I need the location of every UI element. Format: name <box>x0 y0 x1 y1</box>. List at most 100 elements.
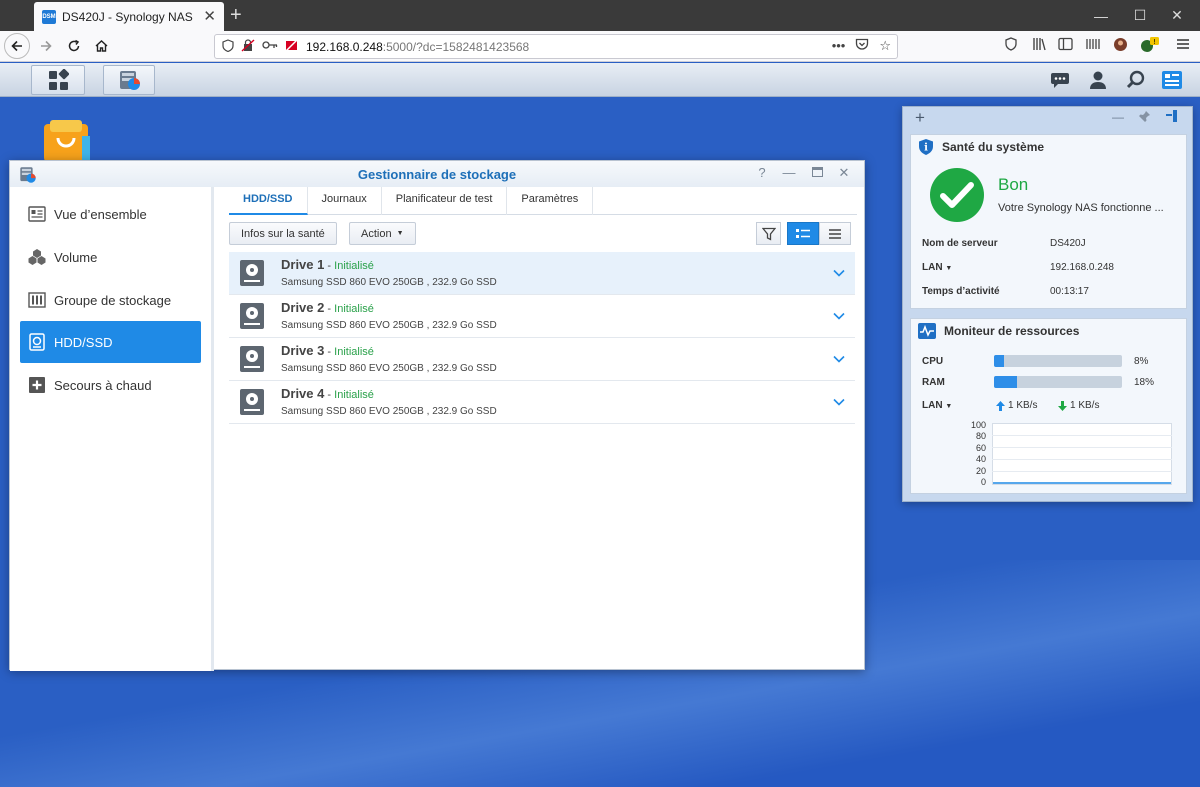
storage-manager-window: Gestionnaire de stockage ? — ✕ Vue d’ens… <box>9 160 865 671</box>
info-shield-icon[interactable] <box>222 38 234 55</box>
caret-down-icon: ▼ <box>945 403 953 410</box>
tab-test-scheduler[interactable]: Planificateur de test <box>382 187 508 215</box>
disk-drive-icon <box>239 259 265 290</box>
main-menu-button[interactable] <box>31 65 85 95</box>
widgets-toggle-icon[interactable] <box>1160 69 1184 91</box>
taskbar-storage-manager-button[interactable] <box>103 65 155 95</box>
drive-row[interactable]: Drive 3 - Initialisé Samsung SSD 860 EVO… <box>229 338 855 381</box>
maximize-icon[interactable] <box>807 165 827 180</box>
list-view-button[interactable] <box>819 222 851 245</box>
pin-icon[interactable] <box>1139 110 1151 125</box>
notifications-icon[interactable] <box>1048 69 1072 91</box>
sidebar-item-label: Secours à chaud <box>54 377 152 393</box>
disk-drive-icon <box>239 302 265 333</box>
home-icon[interactable] <box>89 35 113 57</box>
sidebar-icon[interactable] <box>1058 37 1073 54</box>
extension-grid-icon[interactable] <box>1085 37 1100 54</box>
new-tab-icon[interactable]: + <box>230 3 242 27</box>
upload-rate-value: 1 KB/s <box>1008 400 1038 411</box>
hot-spare-icon <box>28 376 46 394</box>
star-icon[interactable]: ☆ <box>879 38 891 54</box>
close-icon[interactable]: ✕ <box>834 165 854 181</box>
chevron-down-icon[interactable] <box>833 395 845 409</box>
browser-tab[interactable]: DSM DS420J - Synology NAS ✕ <box>34 2 224 31</box>
key-icon[interactable] <box>262 40 278 53</box>
lan-dropdown[interactable]: LAN ▼ <box>922 262 952 273</box>
health-message: Votre Synology NAS fonctionne ... <box>998 202 1164 214</box>
filter-button[interactable] <box>756 222 781 245</box>
svg-text:i: i <box>924 143 928 154</box>
upload-rate: 1 KB/s <box>996 400 1037 411</box>
sidebar-item-volume[interactable]: Volume <box>20 236 201 278</box>
chevron-down-icon[interactable] <box>833 352 845 366</box>
reload-icon[interactable] <box>62 35 86 57</box>
tab-hdd-ssd[interactable]: HDD/SSD <box>229 187 308 215</box>
sidebar-item-label: Groupe de stockage <box>54 292 172 308</box>
chevron-down-icon[interactable] <box>833 309 845 323</box>
minimize-icon[interactable]: — <box>779 165 799 180</box>
server-name-value: DS420J <box>1050 238 1086 249</box>
dsm-favicon-icon: DSM <box>42 9 56 24</box>
health-info-button[interactable]: Infos sur la santé <box>229 222 337 245</box>
tab-close-icon[interactable]: ✕ <box>203 9 216 24</box>
detail-view-button[interactable] <box>787 222 819 245</box>
axis-tick: 40 <box>975 454 986 464</box>
axis-tick: 80 <box>975 431 986 441</box>
download-rate: 1 KB/s <box>1058 400 1099 411</box>
overview-icon <box>28 205 46 223</box>
drive-description: Samsung SSD 860 EVO 250GB , 232.9 Go SSD <box>281 277 497 288</box>
package-center-desktop-icon[interactable] <box>40 118 94 166</box>
download-arrow-icon <box>1058 400 1067 411</box>
sidebar-item-storage-pool[interactable]: Groupe de stockage <box>20 279 201 321</box>
sidebar: Vue d’ensemble Volume Groupe de stockage… <box>10 187 214 671</box>
more-icon[interactable]: ••• <box>832 38 846 54</box>
health-title: Santé du système <box>942 140 1045 154</box>
back-icon[interactable] <box>4 33 30 59</box>
user-icon[interactable] <box>1086 69 1110 91</box>
help-icon[interactable]: ? <box>752 165 772 180</box>
insecure-lock-icon[interactable] <box>241 38 255 55</box>
url-bar[interactable]: 192.168.0.248:5000/?dc=1582481423568 •••… <box>214 34 898 59</box>
cpu-bar-fill <box>994 355 1005 367</box>
tab-title: DS420J - Synology NAS <box>62 9 193 24</box>
shield-toolbar-icon[interactable] <box>1004 37 1018 54</box>
sidebar-item-label: HDD/SSD <box>54 334 113 350</box>
collapse-widgets-icon[interactable]: — <box>1112 110 1124 124</box>
chevron-down-icon[interactable] <box>833 266 845 280</box>
tab-logs[interactable]: Journaux <box>308 187 382 215</box>
server-name-label: Nom de serveur <box>922 238 998 249</box>
extension-alert-icon[interactable]: ! <box>1140 37 1160 56</box>
sidebar-item-overview[interactable]: Vue d’ensemble <box>20 193 201 235</box>
drive-row[interactable]: Drive 4 - Initialisé Samsung SSD 860 EVO… <box>229 381 855 424</box>
axis-tick: 0 <box>980 477 986 487</box>
pocket-icon[interactable] <box>855 38 869 54</box>
window-titlebar[interactable]: Gestionnaire de stockage ? — ✕ <box>10 161 864 187</box>
ok-checkmark-icon <box>929 167 985 226</box>
drive-row[interactable]: Drive 2 - Initialisé Samsung SSD 860 EVO… <box>229 295 855 338</box>
ram-percent: 18% <box>1134 377 1155 388</box>
url-host: 192.168.0.248 <box>306 39 383 54</box>
forward-icon[interactable] <box>34 35 58 57</box>
health-status: Bon <box>998 175 1029 194</box>
drive-row[interactable]: Drive 1 - Initialisé Samsung SSD 860 EVO… <box>229 252 855 295</box>
drive-description: Samsung SSD 860 EVO 250GB , 232.9 Go SSD <box>281 363 497 374</box>
drive-status: Initialisé <box>334 346 374 358</box>
search-icon[interactable] <box>1124 69 1148 91</box>
close-window-icon[interactable]: ✕ <box>1154 0 1200 31</box>
sidebar-item-hot-spare[interactable]: Secours à chaud <box>20 364 201 406</box>
storage-pool-icon <box>28 291 46 309</box>
profile-avatar-icon[interactable] <box>1113 37 1128 55</box>
library-icon[interactable] <box>1032 37 1047 54</box>
tab-settings[interactable]: Paramètres <box>507 187 594 215</box>
insecure-form-icon[interactable] <box>285 38 298 55</box>
sidebar-item-hdd-ssd[interactable]: HDD/SSD <box>20 321 201 363</box>
lan-network-dropdown[interactable]: LAN ▼ <box>922 400 952 411</box>
action-button[interactable]: Action ▼ <box>349 222 416 245</box>
add-widget-icon[interactable]: + <box>915 108 925 128</box>
action-label: Action <box>361 227 392 240</box>
browser-menu-icon[interactable] <box>1176 37 1190 53</box>
system-health-card: i Santé du système Bon Votre Synology NA… <box>910 134 1187 309</box>
drive-name: Drive 4 <box>281 386 325 401</box>
drive-name: Drive 3 <box>281 343 325 358</box>
widgets-layout-icon[interactable] <box>1165 110 1178 125</box>
